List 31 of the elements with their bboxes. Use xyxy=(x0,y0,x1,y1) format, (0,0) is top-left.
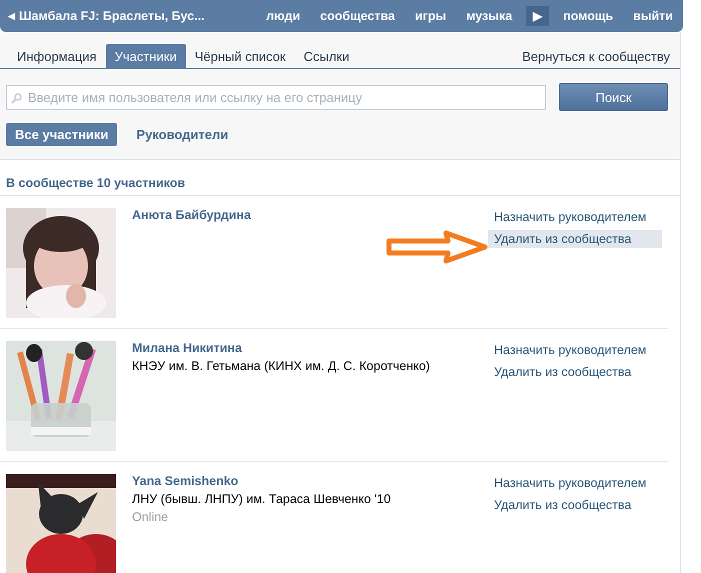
tab[interactable]: Участники xyxy=(106,44,186,68)
member-action-link[interactable]: Удалить из сообщества xyxy=(488,363,662,381)
member-name-link[interactable]: Милана Никитина xyxy=(132,341,242,355)
tab[interactable]: Информация xyxy=(8,44,106,68)
member-action-link[interactable]: Назначить руководителем xyxy=(488,208,662,226)
member-count-heading: В сообществе 10 участников xyxy=(0,160,680,196)
member-name-link[interactable]: Анюта Байбурдина xyxy=(132,208,251,222)
member-action-link[interactable]: Назначить руководителем xyxy=(488,474,662,492)
filter-tab[interactable]: Все участники xyxy=(6,123,118,146)
nav-link[interactable]: игры xyxy=(404,8,456,22)
education-text: ЛНУ (бывш. ЛНПУ) им. Тараса Шевченко '10 xyxy=(132,492,391,506)
nav-link[interactable]: помощь xyxy=(553,8,624,22)
back-arrow-icon[interactable]: ◀ xyxy=(0,10,19,20)
filter-tab[interactable]: Руководители xyxy=(127,123,238,146)
search-field[interactable]: Введите имя пользователя или ссылку на его страницу xyxy=(6,84,546,110)
tab[interactable]: Чёрный список xyxy=(186,44,295,68)
nav-link[interactable]: люди xyxy=(256,8,310,22)
nav-link[interactable]: сообщества xyxy=(310,8,405,22)
member-action-link[interactable]: Удалить из сообщества xyxy=(488,230,662,248)
back-to-community-link[interactable]: Вернуться к сообществу xyxy=(518,44,674,68)
search-button[interactable]: Поиск xyxy=(559,83,668,111)
group-title-link[interactable]: Шамбала FJ: Браслеты, Бус... xyxy=(19,8,215,22)
nav-link[interactable]: выйти xyxy=(623,8,683,22)
online-status: Online xyxy=(132,510,168,524)
more-arrow-button[interactable]: ▶ xyxy=(526,6,550,26)
member-action-link[interactable]: Назначить руководителем xyxy=(488,341,662,359)
nav-link[interactable]: музыка xyxy=(456,8,522,22)
tab[interactable]: Ссылки xyxy=(294,44,358,68)
member-name-link[interactable]: Yana Semishenko xyxy=(132,474,238,488)
education-text: КНЭУ им. В. Гетьмана (КИНХ им. Д. С. Коротченко) xyxy=(132,359,430,373)
member-action-link[interactable]: Удалить из сообщества xyxy=(488,496,662,514)
